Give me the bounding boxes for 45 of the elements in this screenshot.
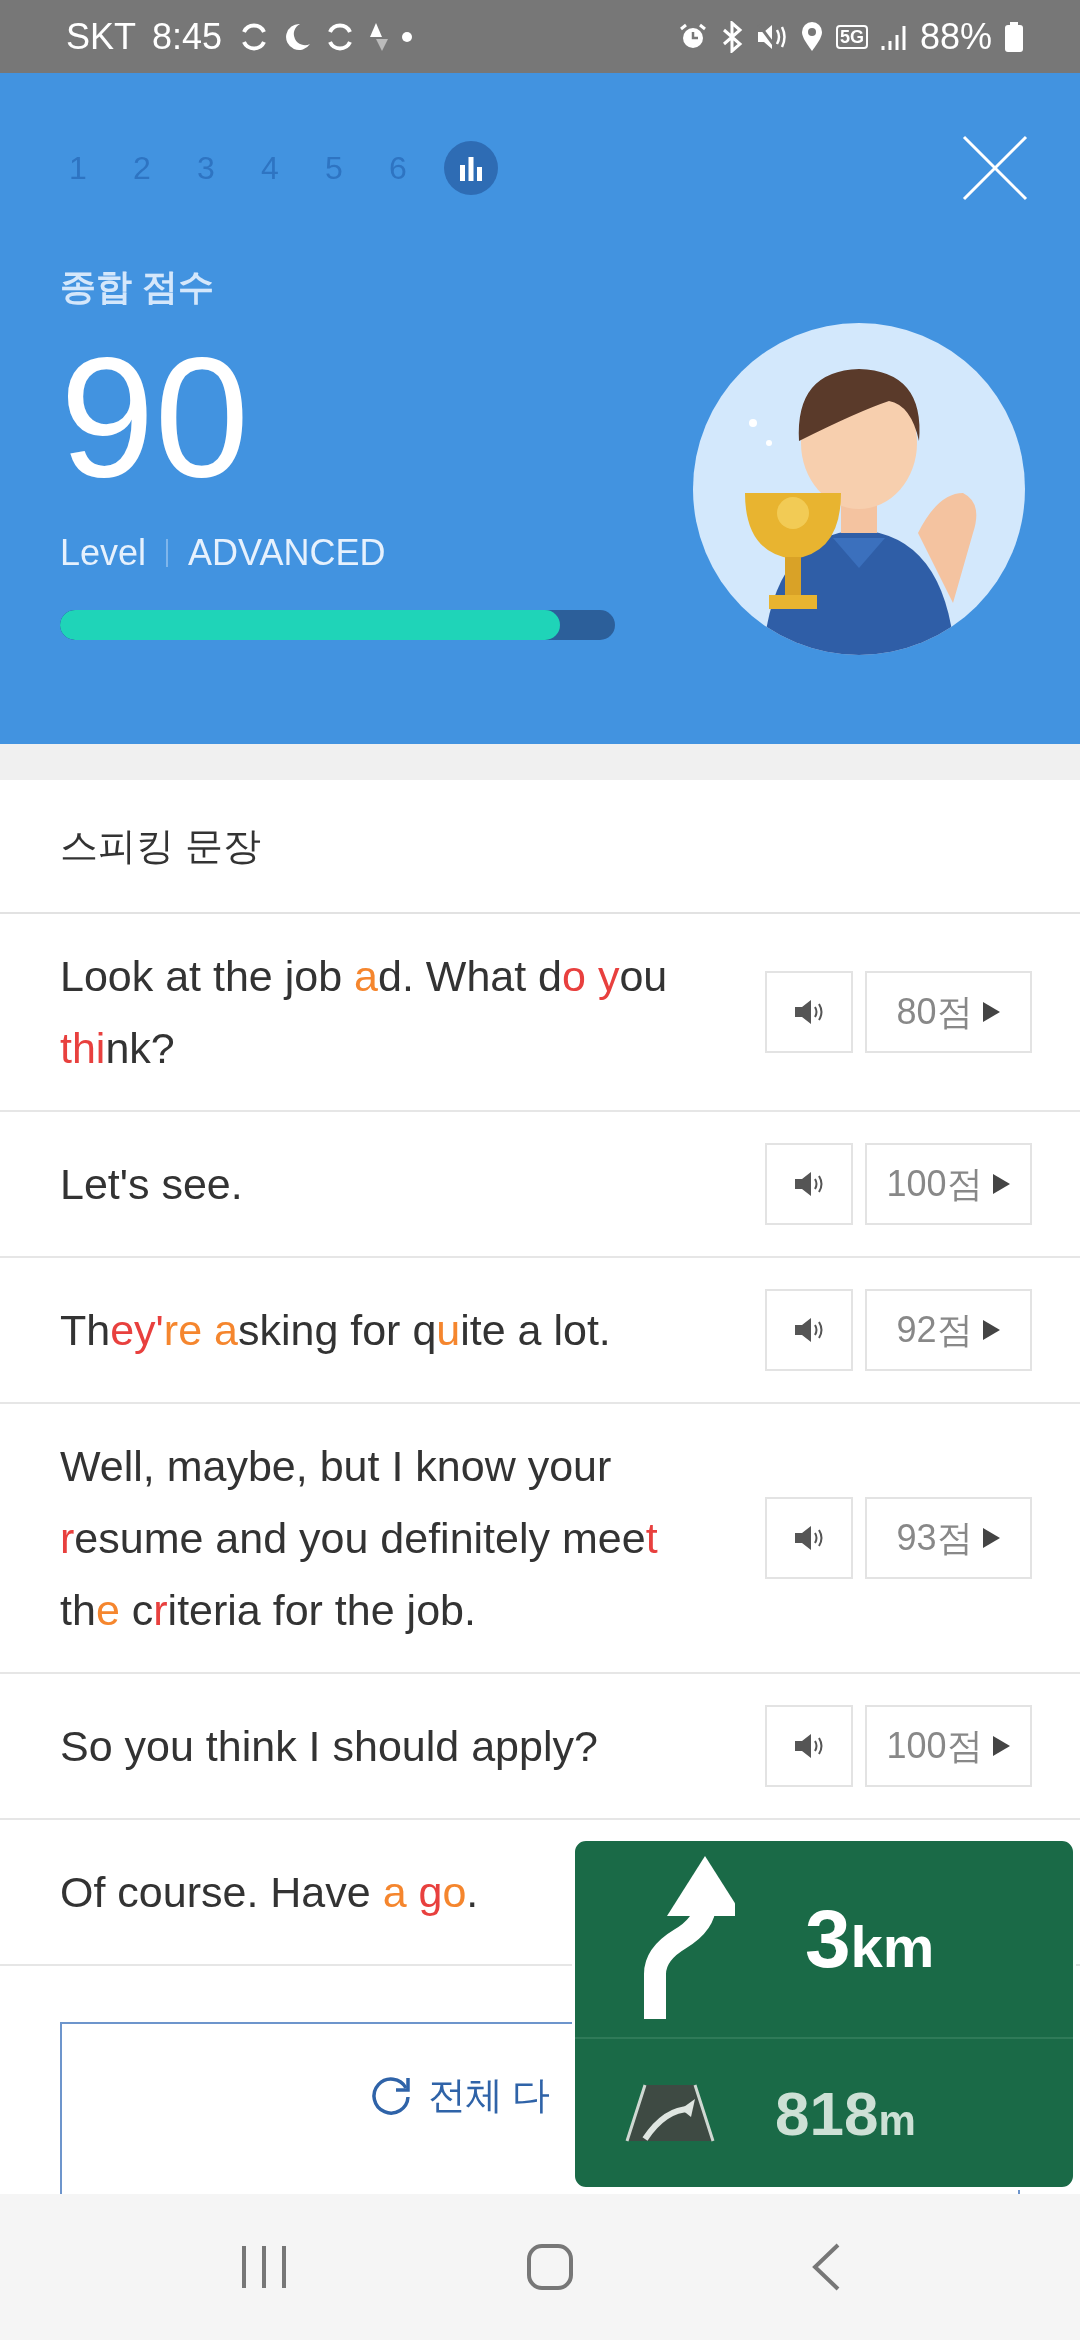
sentence-text: Let's see.: [60, 1159, 243, 1210]
play-icon: [980, 1318, 1001, 1342]
speaker-icon: [793, 1170, 825, 1198]
section-title: 스피킹 문장: [0, 780, 1080, 914]
close-icon[interactable]: [962, 135, 1028, 201]
sentence-text: Look at the job ad. What do you think?: [60, 951, 669, 1074]
sentence-text: So you think I should apply?: [60, 1721, 598, 1772]
speaker-icon: [793, 1316, 825, 1344]
battery-icon: [1004, 21, 1024, 52]
play-audio-button[interactable]: [765, 971, 853, 1053]
home-icon[interactable]: [526, 2243, 574, 2291]
score-button[interactable]: 92점: [865, 1289, 1032, 1371]
speaker-icon: [793, 1732, 825, 1760]
score-button[interactable]: 93점: [865, 1497, 1032, 1579]
level-label: Level: [60, 532, 147, 574]
level-name: ADVANCED: [188, 532, 386, 574]
score-button[interactable]: 100점: [865, 1143, 1032, 1225]
distance-text: 3km: [805, 1892, 935, 1986]
play-audio-button[interactable]: [765, 1497, 853, 1579]
results-tab[interactable]: [444, 141, 498, 195]
sentence-text: Well, maybe, but I know your resume and you definitely meet the criteria for the job.: [60, 1441, 659, 1636]
speaker-icon: [793, 1524, 825, 1552]
play-audio-button[interactable]: [765, 1705, 853, 1787]
play-icon: [990, 1734, 1011, 1758]
battery-text: 88%: [919, 15, 992, 58]
play-icon: [980, 1526, 1001, 1550]
sentence-text: Of course. Have a go.: [60, 1867, 479, 1918]
dot-icon: [402, 31, 413, 42]
play-audio-button[interactable]: [765, 1143, 853, 1225]
sentence-text: They're asking for quite a lot.: [60, 1305, 611, 1356]
play-icon: [980, 1000, 1001, 1024]
speaker-icon: [793, 998, 825, 1026]
total-score: 90: [60, 332, 251, 502]
location-icon: [799, 20, 824, 53]
total-score-label: 종합 점수: [60, 265, 215, 309]
next-distance-text: 818m: [775, 2077, 916, 2149]
network-badge: 5G: [835, 24, 868, 49]
play-icon: [990, 1172, 1011, 1196]
play-audio-button[interactable]: [765, 1289, 853, 1371]
carrier-text: SKT: [66, 15, 136, 58]
score-button[interactable]: 80점: [865, 971, 1032, 1053]
score-button[interactable]: 100점: [865, 1705, 1032, 1787]
road-merge-icon: [625, 2083, 715, 2143]
back-icon[interactable]: [811, 2243, 842, 2291]
clock-text: 8:45: [152, 15, 223, 58]
